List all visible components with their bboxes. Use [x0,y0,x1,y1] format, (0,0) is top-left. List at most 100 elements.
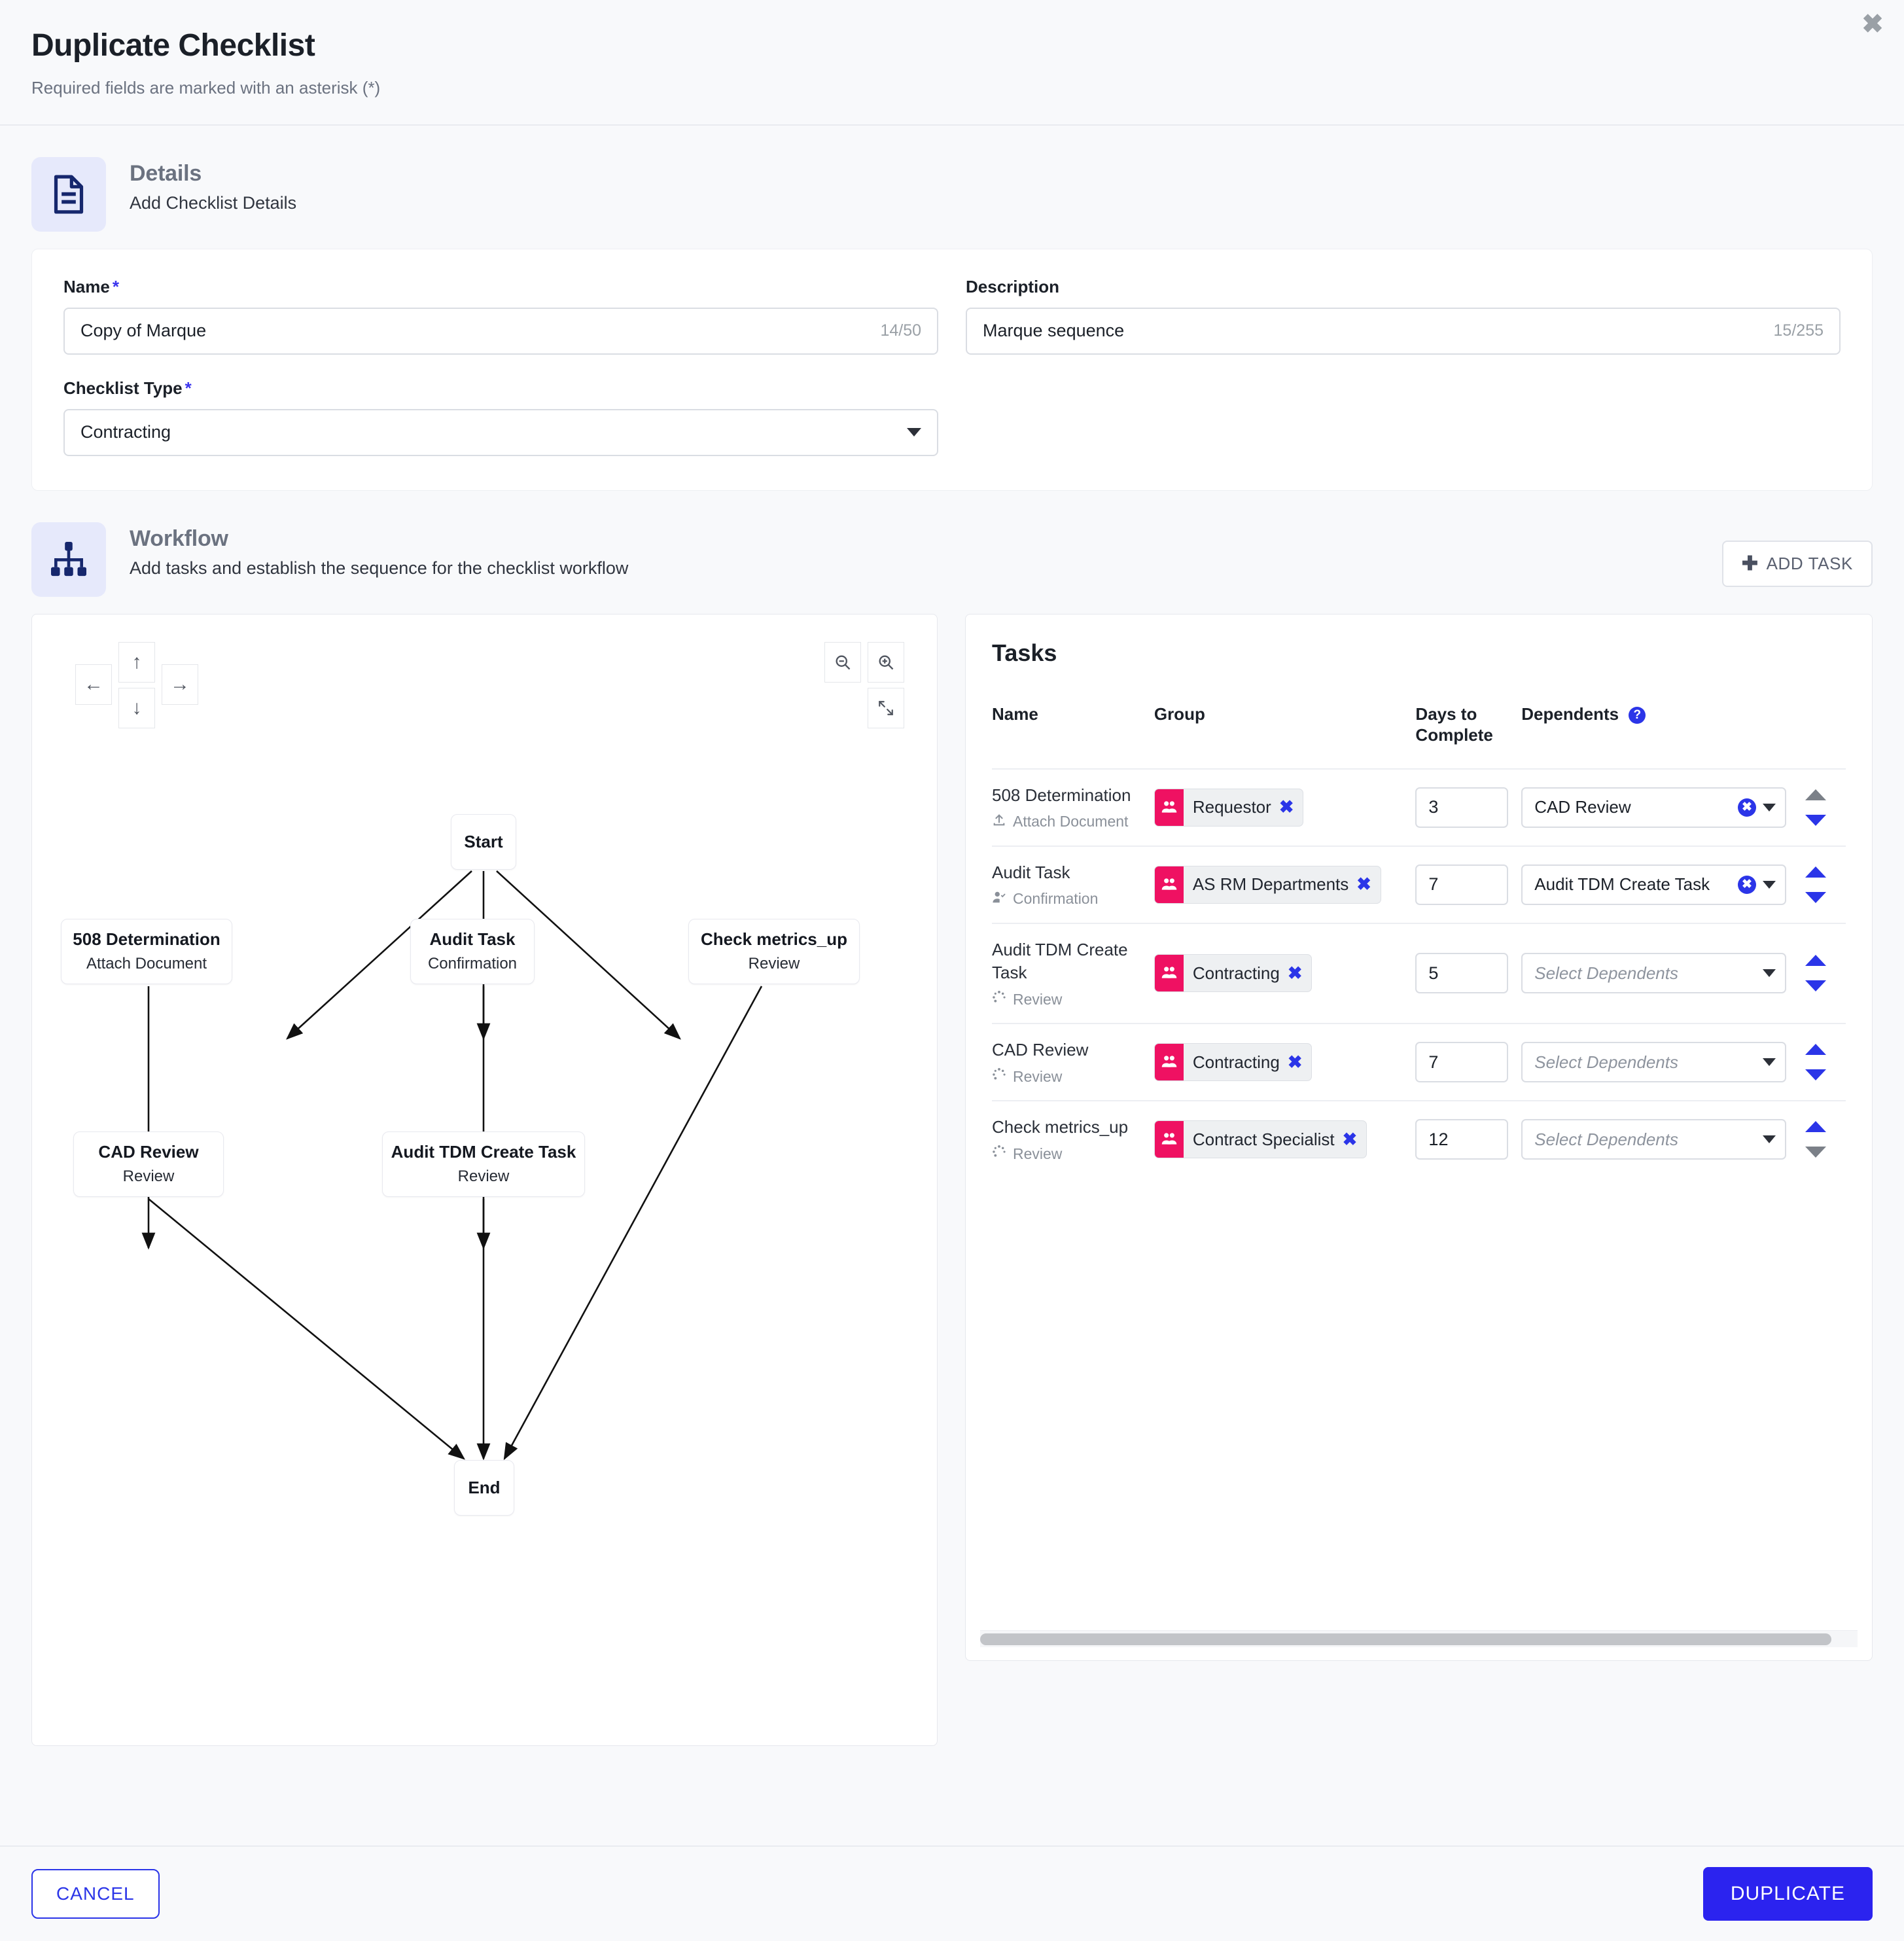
task-dependents-cell: Select Dependents [1521,1100,1786,1178]
chevron-down-icon [1762,880,1776,889]
task-dependents-cell: Select Dependents [1521,922,1786,1024]
description-field-group: Description Marque sequence 15/255 [966,277,1841,355]
days-to-complete-input[interactable]: 12 [1415,1119,1509,1160]
move-up-icon[interactable] [1805,1044,1827,1056]
close-icon[interactable]: ✖ [1853,5,1892,43]
flow-node-check-metrics-up[interactable]: Check metrics_up Review [688,918,860,984]
dependents-value: Select Dependents [1534,963,1678,983]
required-asterisk: * [185,378,192,398]
clear-dependent-icon[interactable]: ✖ [1737,798,1756,817]
move-down-icon[interactable] [1805,814,1827,826]
group-chip-label: Requestor [1192,797,1271,817]
remove-group-icon[interactable]: ✖ [1288,963,1312,984]
remove-group-icon[interactable]: ✖ [1288,1052,1312,1073]
task-row: Check metrics_up Review Contract Specialis… [992,1100,1846,1178]
column-header-name: Name [992,703,1038,724]
name-input[interactable]: Copy of Marque 14/50 [63,307,938,355]
days-to-complete-input[interactable]: 7 [1415,864,1509,905]
workflow-section-header: Workflow Add tasks and establish the seq… [0,491,1904,614]
move-down-icon[interactable] [1805,891,1827,903]
task-row: Audit Task Confirmation AS RM Departments ✖… [992,845,1846,923]
task-reorder-cell [1786,845,1846,923]
dependents-select[interactable]: Select Dependents [1521,953,1786,994]
people-icon [1154,866,1184,903]
help-circle-icon[interactable]: ? [1629,706,1646,724]
task-type: Attach Document [992,813,1154,831]
move-up-icon[interactable] [1805,1121,1827,1133]
task-type: Review [992,1067,1154,1086]
group-chip[interactable]: Contracting ✖ [1154,954,1313,993]
cancel-button[interactable]: CANCEL [31,1869,160,1919]
checklist-type-value: Contracting [80,422,171,442]
group-chip[interactable]: Contracting ✖ [1154,1043,1313,1082]
task-type: Confirmation [992,890,1154,908]
clear-dependent-icon[interactable]: ✖ [1737,875,1756,894]
chevron-down-icon [907,428,921,437]
task-name: Audit TDM Create Task [992,939,1128,983]
task-name: Audit Task [992,862,1070,882]
people-icon [1154,789,1184,826]
task-group-cell: AS RM Departments ✖ [1154,845,1416,923]
flow-node-start[interactable]: Start [451,813,516,870]
dependents-select[interactable]: Select Dependents [1521,1042,1786,1083]
task-type: Review [992,990,1154,1008]
task-type-label: Confirmation [1013,890,1099,908]
tasks-horizontal-scrollbar[interactable] [980,1629,1858,1647]
name-label: Name * [63,276,119,296]
tasks-panel: Tasks Name Group Days to Complete Depend… [965,613,1873,1661]
task-name-cell: CAD Review Review [992,1023,1154,1101]
task-row: 508 Determination Attach Document Requesto… [992,768,1846,846]
move-up-icon[interactable] [1805,955,1827,967]
workflow-diagram[interactable]: ← ↑ ↓ → Start 508 Determination Attach D… [31,613,938,1746]
column-header-group: Group [1154,703,1205,724]
flow-node-end[interactable]: End [454,1459,514,1516]
task-reorder-cell [1786,1100,1846,1178]
dependents-select[interactable]: CAD Review ✖ [1521,787,1786,828]
task-row: CAD Review Review Contracting ✖ 7 Select Depe… [992,1023,1846,1101]
upload-icon [992,813,1006,831]
days-to-complete-input[interactable]: 3 [1415,787,1509,828]
move-down-icon[interactable] [1805,980,1827,992]
remove-group-icon[interactable]: ✖ [1279,797,1303,817]
remove-group-icon[interactable]: ✖ [1356,874,1381,895]
group-chip[interactable]: Requestor ✖ [1154,788,1304,827]
flow-node-cad-review[interactable]: CAD Review Review [73,1131,224,1197]
move-down-icon[interactable] [1805,1069,1827,1081]
scrollbar-thumb[interactable] [980,1633,1831,1645]
spinner-icon [992,1145,1006,1163]
chevron-down-icon [1762,1135,1776,1144]
column-header-days-to-complete: Days to Complete [1415,703,1493,745]
modal-footer: CANCEL DUPLICATE [0,1845,1904,1941]
flow-node-audit-task[interactable]: Audit Task Confirmation [410,918,535,984]
days-to-complete-input[interactable]: 7 [1415,1042,1509,1083]
group-chip[interactable]: AS RM Departments ✖ [1154,865,1381,904]
column-header-dependents: Dependents ? [1521,703,1786,769]
dependents-value: Audit TDM Create Task [1534,874,1710,895]
move-up-icon[interactable] [1805,866,1827,878]
group-chip[interactable]: Contract Specialist ✖ [1154,1120,1367,1159]
add-task-button[interactable]: ✚ ADD TASK [1721,540,1873,587]
description-label: Description [966,276,1060,296]
flow-node-subtitle: Review [122,1167,175,1186]
flow-node-title: 508 Determination [73,929,220,950]
flow-node-audit-tdm-create-task[interactable]: Audit TDM Create Task Review [382,1131,585,1197]
flow-node-508-determination[interactable]: 508 Determination Attach Document [61,918,232,984]
description-input[interactable]: Marque sequence 15/255 [966,307,1841,355]
checklist-type-select[interactable]: Contracting [63,408,938,456]
details-description: Add Checklist Details [130,192,297,213]
task-row: Audit TDM Create Task Review Contracting ✖ 5… [992,922,1846,1024]
task-days-cell: 7 [1415,845,1522,923]
duplicate-button[interactable]: DUPLICATE [1702,1867,1873,1921]
required-fields-note: Required fields are marked with an aster… [31,77,381,98]
move-up-icon[interactable] [1805,789,1827,800]
move-down-icon[interactable] [1805,1147,1827,1158]
task-name: CAD Review [992,1040,1089,1060]
task-name: Check metrics_up [992,1117,1129,1137]
dependents-select[interactable]: Select Dependents [1521,1119,1786,1160]
task-days-cell: 12 [1415,1100,1522,1178]
task-reorder-cell [1786,768,1846,846]
remove-group-icon[interactable]: ✖ [1343,1130,1367,1150]
tasks-table: Name Group Days to Complete Dependents ?… [992,703,1846,1178]
days-to-complete-input[interactable]: 5 [1415,953,1509,994]
dependents-select[interactable]: Audit TDM Create Task ✖ [1521,864,1786,905]
